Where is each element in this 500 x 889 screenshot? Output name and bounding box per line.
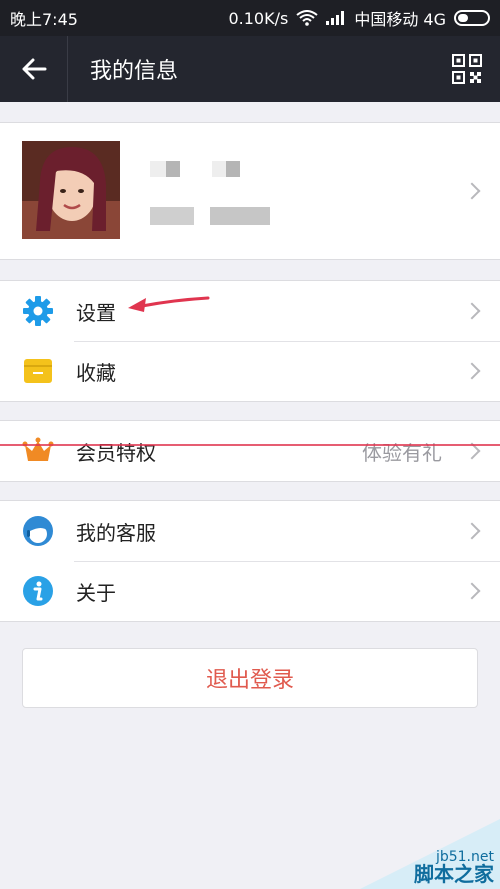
blurred-name (166, 161, 180, 177)
support-avatar-icon (23, 516, 53, 546)
settings-label: 设置 (76, 300, 116, 325)
qr-code-icon[interactable] (452, 54, 482, 84)
settings-row[interactable]: 设置 (0, 281, 500, 341)
crown-icon (22, 437, 54, 461)
wifi-icon (296, 10, 318, 26)
blurred-id (150, 207, 194, 225)
favorites-row[interactable]: 收藏 (0, 341, 500, 401)
blurred-id-2 (210, 207, 270, 225)
arrow-left-icon (22, 58, 46, 80)
support-group: 我的客服 关于 (0, 500, 500, 622)
membership-group: 会员特权 体验有礼 (0, 420, 500, 482)
folder-icon (24, 359, 52, 383)
membership-label: 会员特权 (76, 440, 156, 465)
info-icon (23, 576, 53, 606)
about-label: 关于 (76, 580, 116, 605)
signal-icon (326, 11, 346, 25)
customer-service-row[interactable]: 我的客服 (0, 501, 500, 561)
chevron-right-icon (463, 302, 481, 320)
membership-promo: 体验有礼 (362, 440, 442, 465)
battery-icon (454, 10, 490, 26)
network-speed: 0.10K/s (228, 8, 289, 28)
blurred-name-2 (226, 161, 240, 177)
chevron-right-icon (463, 582, 481, 600)
user-avatar[interactable] (22, 141, 120, 239)
favorites-label: 收藏 (76, 360, 116, 385)
chevron-right-icon (463, 362, 481, 380)
annotation-arrow-icon (128, 296, 210, 312)
watermark: jb51.net 脚本之家 (360, 819, 500, 889)
profile-card[interactable] (0, 122, 500, 260)
status-time: 晚上7:45 (10, 10, 78, 29)
carrier-name: 中国移动 4G (354, 10, 446, 29)
about-row[interactable]: 关于 (0, 561, 500, 621)
annotation-line (0, 444, 500, 446)
navigation-bar: 我的信息 (0, 36, 500, 102)
chevron-right-icon (463, 182, 481, 200)
logout-button[interactable]: 退出登录 (22, 648, 478, 708)
customer-service-label: 我的客服 (76, 520, 156, 545)
settings-group: 设置 收藏 (0, 280, 500, 402)
chevron-right-icon (463, 522, 481, 540)
page-title: 我的信息 (90, 59, 179, 84)
blurred-name-ghost (150, 161, 166, 177)
blurred-name-ghost-2 (212, 161, 226, 177)
membership-row[interactable]: 会员特权 体验有礼 (0, 421, 500, 481)
back-button[interactable] (0, 36, 68, 102)
gear-icon (23, 296, 53, 326)
watermark-name: 脚本之家 (414, 862, 494, 886)
status-bar: 晚上7:45 0.10K/s 中国移动 4G (0, 0, 500, 36)
avatar-photo-icon (22, 141, 120, 239)
status-right: 0.10K/s 中国移动 4G (228, 6, 490, 30)
